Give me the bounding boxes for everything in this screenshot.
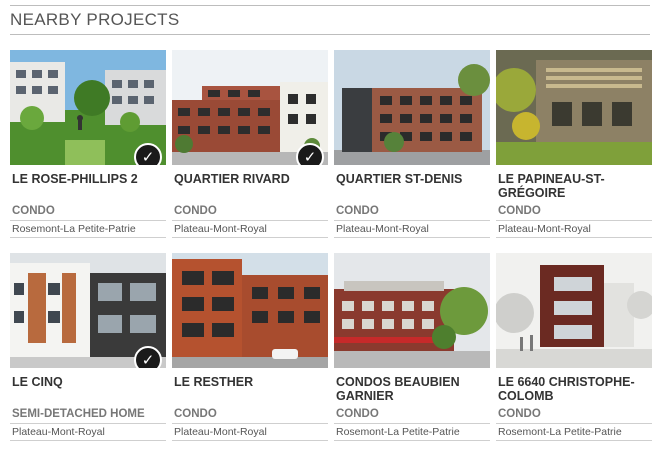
project-name[interactable]: LE 6640 CHRISTOPHE-COLOMB (498, 375, 652, 403)
project-name[interactable]: CONDOS BEAUBIEN GARNIER (336, 375, 490, 403)
title-rule (10, 34, 650, 35)
project-image[interactable]: ✓ (10, 253, 166, 368)
project-location: Plateau-Mont-Royal (12, 426, 105, 438)
divider (172, 220, 328, 221)
divider (334, 220, 490, 221)
divider (496, 237, 652, 238)
divider (172, 440, 328, 441)
project-location: Rosemont-La Petite-Patrie (498, 426, 622, 438)
divider (10, 220, 166, 221)
project-image[interactable]: ✓ (172, 50, 328, 165)
checkmark-badge-icon: ✓ (134, 346, 162, 368)
project-type: CONDO (498, 205, 541, 217)
project-type: CONDO (174, 408, 217, 420)
divider (172, 237, 328, 238)
project-name[interactable]: LE ROSE-PHILLIPS 2 (12, 172, 166, 186)
project-image[interactable] (496, 50, 652, 165)
project-location: Plateau-Mont-Royal (336, 223, 429, 235)
top-rule (10, 5, 650, 6)
project-type: CONDO (498, 408, 541, 420)
divider (334, 423, 490, 424)
project-name[interactable]: QUARTIER ST-DENIS (336, 172, 490, 186)
project-type: CONDO (12, 205, 55, 217)
project-name[interactable]: QUARTIER RIVARD (174, 172, 328, 186)
project-name[interactable]: LE CINQ (12, 375, 166, 389)
project-image[interactable] (334, 50, 490, 165)
project-type: CONDO (336, 205, 379, 217)
project-location: Rosemont-La Petite-Patrie (12, 223, 136, 235)
checkmark-badge-icon: ✓ (134, 143, 162, 165)
divider (10, 423, 166, 424)
divider (496, 220, 652, 221)
divider (334, 237, 490, 238)
project-location: Plateau-Mont-Royal (498, 223, 591, 235)
project-location: Rosemont-La Petite-Patrie (336, 426, 460, 438)
divider (172, 423, 328, 424)
divider (10, 237, 166, 238)
project-image[interactable]: ✓ (10, 50, 166, 165)
project-location: Plateau-Mont-Royal (174, 223, 267, 235)
section-title: NEARBY PROJECTS (10, 10, 180, 29)
project-image[interactable] (496, 253, 652, 368)
project-image[interactable] (334, 253, 490, 368)
divider (334, 440, 490, 441)
checkmark-badge-icon: ✓ (296, 143, 324, 165)
project-type: CONDO (174, 205, 217, 217)
project-type: CONDO (336, 408, 379, 420)
divider (496, 440, 652, 441)
divider (10, 440, 166, 441)
project-image[interactable] (172, 253, 328, 368)
project-type: SEMI-DETACHED HOME (12, 408, 145, 420)
project-name[interactable]: LE RESTHER (174, 375, 328, 389)
divider (496, 423, 652, 424)
project-location: Plateau-Mont-Royal (174, 426, 267, 438)
project-name[interactable]: LE PAPINEAU-ST-GRÉGOIRE (498, 172, 652, 200)
